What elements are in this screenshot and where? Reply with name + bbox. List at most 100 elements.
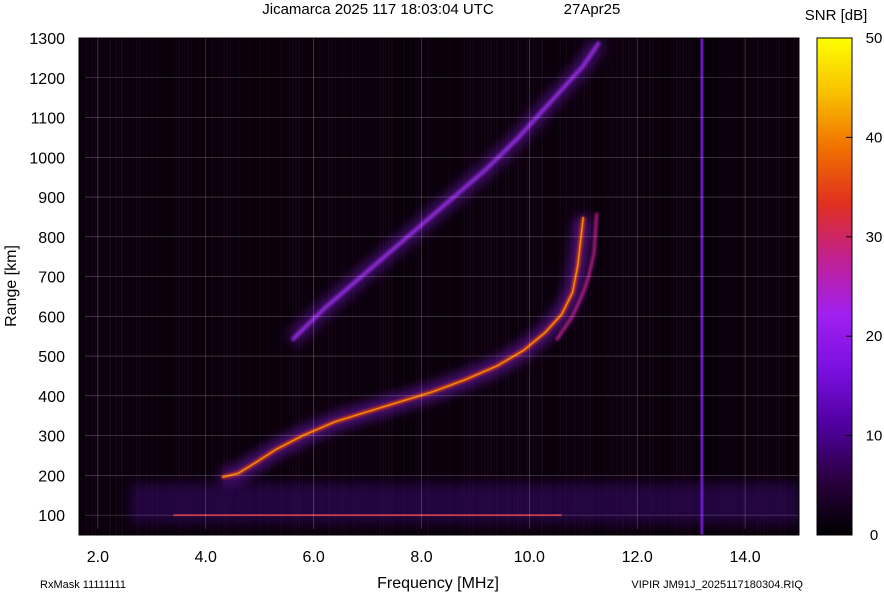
noise-column xyxy=(727,38,729,535)
noise-column xyxy=(184,38,186,535)
noise-column xyxy=(208,38,210,535)
noise-column xyxy=(373,38,375,535)
noise-column xyxy=(655,38,657,535)
noise-column xyxy=(784,38,786,535)
noise-column xyxy=(289,38,291,535)
noise-column xyxy=(286,38,288,535)
noise-column xyxy=(715,38,717,535)
noise-column xyxy=(445,38,447,535)
noise-column xyxy=(127,38,129,535)
noise-column xyxy=(493,38,495,535)
noise-column xyxy=(724,38,726,535)
noise-column xyxy=(187,38,189,535)
noise-column xyxy=(181,38,183,535)
noise-column xyxy=(163,38,165,535)
noise-column xyxy=(595,38,597,535)
noise-column xyxy=(625,38,627,535)
noise-column xyxy=(733,38,735,535)
noise-column xyxy=(109,38,111,535)
noise-column xyxy=(706,38,708,535)
noise-column xyxy=(472,38,474,535)
noise-column xyxy=(697,38,699,535)
y-tick-label: 900 xyxy=(38,190,65,207)
noise-column xyxy=(481,38,483,535)
noise-column xyxy=(112,38,114,535)
noise-column xyxy=(100,38,102,535)
noise-column xyxy=(412,38,414,535)
noise-column xyxy=(499,38,501,535)
noise-column xyxy=(403,38,405,535)
noise-column xyxy=(562,38,564,535)
noise-column xyxy=(793,38,795,535)
x-tick-label: 10.0 xyxy=(514,549,545,566)
noise-column xyxy=(613,38,615,535)
noise-column xyxy=(202,38,204,535)
noise-column xyxy=(148,38,150,535)
noise-column xyxy=(640,38,642,535)
noise-column xyxy=(772,38,774,535)
noise-column xyxy=(196,38,198,535)
noise-column xyxy=(232,38,234,535)
noise-column xyxy=(337,38,339,535)
noise-column xyxy=(124,38,126,535)
noise-column xyxy=(331,38,333,535)
y-tick-label: 200 xyxy=(38,468,65,485)
y-tick-label: 300 xyxy=(38,429,65,446)
noise-column xyxy=(142,38,144,535)
noise-column xyxy=(316,38,318,535)
noise-column xyxy=(748,38,750,535)
noise-column xyxy=(118,38,120,535)
noise-column xyxy=(556,38,558,535)
noise-column xyxy=(790,38,792,535)
noise-column xyxy=(685,38,687,535)
noise-column xyxy=(430,38,432,535)
noise-column xyxy=(670,38,672,535)
noise-column xyxy=(460,38,462,535)
ionogram-figure: Jicamarca 2025 117 18:03:04 UTC 27Apr25 … xyxy=(3,1,883,592)
noise-column xyxy=(619,38,621,535)
colorbar-tick-label: 10 xyxy=(866,428,883,445)
noise-column xyxy=(115,38,117,535)
noise-column xyxy=(454,38,456,535)
noise-column xyxy=(787,38,789,535)
noise-column xyxy=(121,38,123,535)
noise-column xyxy=(178,38,180,535)
x-tick-label: 8.0 xyxy=(410,549,432,566)
noise-column xyxy=(451,38,453,535)
noise-column xyxy=(136,38,138,535)
noise-column xyxy=(742,38,744,535)
noise-column xyxy=(607,38,609,535)
noise-column xyxy=(172,38,174,535)
noise-column xyxy=(145,38,147,535)
noise-column xyxy=(736,38,738,535)
noise-column xyxy=(85,38,87,535)
noise-column xyxy=(604,38,606,535)
noise-column xyxy=(523,38,525,535)
noise-column xyxy=(379,38,381,535)
noise-column xyxy=(601,38,603,535)
noise-column xyxy=(91,38,93,535)
noise-column xyxy=(484,38,486,535)
noise-column xyxy=(304,38,306,535)
noise-column xyxy=(226,38,228,535)
noise-column xyxy=(712,38,714,535)
noise-column xyxy=(757,38,759,535)
noise-column xyxy=(151,38,153,535)
noise-column xyxy=(718,38,720,535)
noise-column xyxy=(478,38,480,535)
x-tick-label: 14.0 xyxy=(729,549,760,566)
noise-column xyxy=(763,38,765,535)
noise-column xyxy=(82,38,84,535)
noise-column xyxy=(160,38,162,535)
noise-column xyxy=(292,38,294,535)
noise-column xyxy=(400,38,402,535)
y-axis-label: Range [km] xyxy=(3,245,20,327)
noise-column xyxy=(394,38,396,535)
noise-column xyxy=(103,38,105,535)
noise-column xyxy=(622,38,624,535)
noise-column xyxy=(364,38,366,535)
noise-column xyxy=(229,38,231,535)
noise-column xyxy=(508,38,510,535)
noise-column xyxy=(274,38,276,535)
noise-column xyxy=(598,38,600,535)
